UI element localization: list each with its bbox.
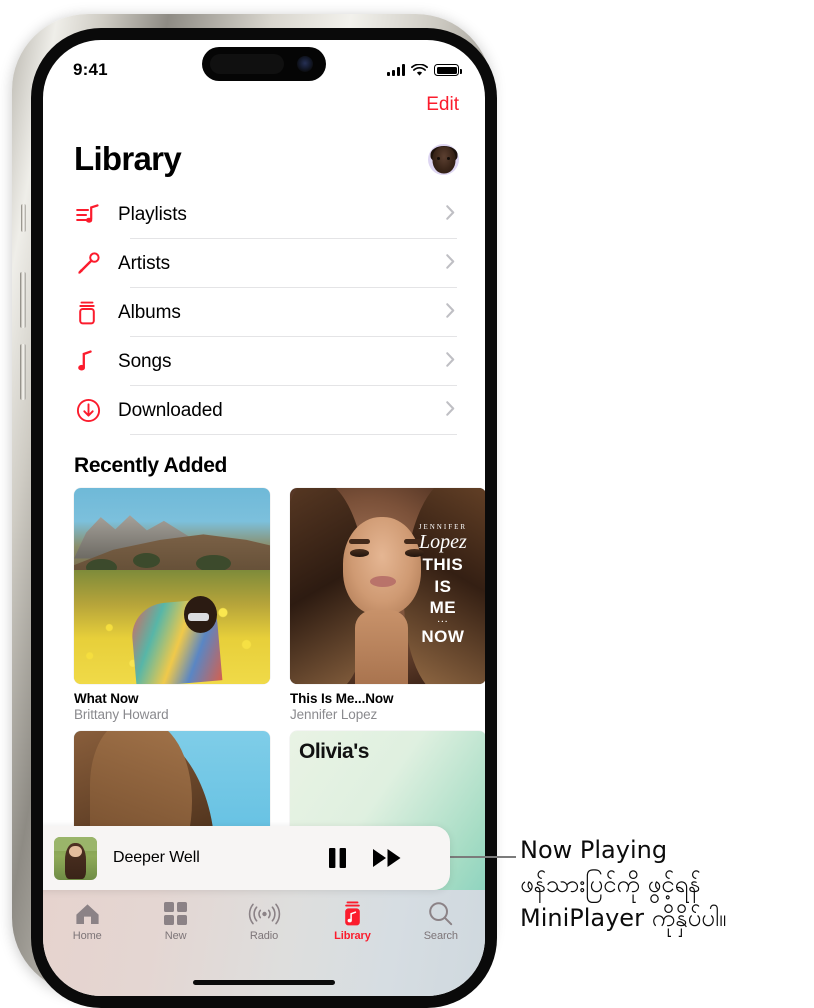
status-bar-indicators xyxy=(387,63,462,77)
fast-forward-icon xyxy=(373,849,401,867)
album-artist: Jennifer Lopez xyxy=(290,707,378,722)
tab-label: Search xyxy=(423,930,458,942)
sidebar-item-artists[interactable]: Artists xyxy=(74,239,485,288)
broadcast-icon xyxy=(248,900,281,927)
artwork-eye-left xyxy=(349,548,370,557)
sidebar-item-label: Downloaded xyxy=(118,399,223,421)
tab-label: Library xyxy=(334,930,371,942)
house-icon xyxy=(74,900,101,927)
playlists-icon xyxy=(76,203,118,226)
tab-label: Home xyxy=(72,930,102,942)
status-bar-clock: 9:41 xyxy=(73,60,108,79)
chevron-right-icon xyxy=(446,400,455,421)
chevron-right-icon xyxy=(446,204,455,225)
search-icon xyxy=(428,900,453,927)
chevron-right-icon xyxy=(446,351,455,372)
artwork-lips xyxy=(370,576,396,587)
callout-annotation: Now Playing ဖန်သားပြင်ကို ဖွင့်ရန် MiniP… xyxy=(520,833,810,935)
artwork-face xyxy=(69,845,82,858)
artwork-artist-firstname: JENNIFER xyxy=(418,523,468,532)
tab-bar: Home New Radio Library Search xyxy=(43,890,485,996)
tab-new[interactable]: New xyxy=(131,900,219,942)
sidebar-item-label: Albums xyxy=(118,301,181,323)
wifi-icon xyxy=(411,63,428,76)
grid-icon xyxy=(163,900,188,927)
mini-player-artwork xyxy=(54,836,97,880)
phone-screen: 9:41 Edit Library Playlists Artists Albu… xyxy=(43,40,485,996)
artwork-sunglasses xyxy=(187,613,210,622)
callout-leader-line xyxy=(448,856,516,858)
sidebar-item-label: Artists xyxy=(118,252,171,274)
avatar-eye-left xyxy=(437,156,440,160)
mini-player[interactable]: Deeper Well xyxy=(43,826,450,890)
pause-icon xyxy=(329,848,346,868)
sidebar-item-albums[interactable]: Albums xyxy=(74,288,485,337)
library-icon xyxy=(341,900,364,927)
artwork-artist-lastname: Lopez xyxy=(418,531,467,554)
mini-player-controls xyxy=(328,847,402,869)
next-track-button[interactable] xyxy=(372,848,402,868)
tab-home[interactable]: Home xyxy=(43,900,131,942)
tab-search[interactable]: Search xyxy=(397,900,485,942)
pause-button[interactable] xyxy=(328,847,347,869)
library-list: Playlists Artists Albums Songs Downloade… xyxy=(74,190,485,435)
mini-player-track-title: Deeper Well xyxy=(113,849,200,866)
album-card-what-now[interactable]: What Now Brittany Howard xyxy=(74,488,270,722)
album-artwork xyxy=(74,488,270,684)
download-circle-icon xyxy=(76,398,118,423)
artwork-text: Olivia's xyxy=(299,740,369,763)
album-title: This Is Me...Now xyxy=(290,691,394,706)
avatar-eye-right xyxy=(447,156,450,160)
artwork-line-2: IS xyxy=(434,576,452,596)
sidebar-item-downloaded[interactable]: Downloaded xyxy=(74,386,485,435)
tab-library[interactable]: Library xyxy=(308,900,396,942)
album-card-this-is-me-now[interactable]: JENNIFER Lopez THIS IS ME ... NOW This I… xyxy=(290,488,485,722)
battery-full-icon xyxy=(434,64,462,76)
silent-switch[interactable] xyxy=(21,204,26,232)
cellular-signal-icon xyxy=(387,64,405,76)
albums-icon xyxy=(76,301,118,325)
chevron-right-icon xyxy=(446,253,455,274)
album-artwork: JENNIFER Lopez THIS IS ME ... NOW xyxy=(290,488,485,684)
sidebar-item-label: Playlists xyxy=(118,203,187,225)
tab-radio[interactable]: Radio xyxy=(220,900,308,942)
microphone-icon xyxy=(76,251,118,276)
volume-down-button[interactable] xyxy=(20,344,26,400)
dynamic-island xyxy=(202,47,326,81)
artwork-neck xyxy=(354,609,408,684)
volume-up-button[interactable] xyxy=(20,272,26,328)
phone-frame: 9:41 Edit Library Playlists Artists Albu… xyxy=(12,14,497,1008)
status-bar: 9:41 xyxy=(43,40,485,92)
nav-bar-actions: Edit xyxy=(426,94,459,116)
tab-label: New xyxy=(164,930,187,942)
artwork-eyebrow-left xyxy=(348,538,371,545)
chevron-right-icon xyxy=(446,302,455,323)
artwork-line-1: THIS xyxy=(422,555,464,575)
callout-line-2: ဖန်သားပြင်ကို ဖွင့်ရန် xyxy=(520,870,701,899)
home-indicator[interactable] xyxy=(193,980,335,985)
avatar-face xyxy=(432,146,455,174)
artwork-line-4: NOW xyxy=(421,626,465,646)
account-avatar[interactable] xyxy=(428,143,459,175)
artwork-title-block: JENNIFER Lopez THIS IS ME ... NOW xyxy=(410,523,477,645)
sidebar-item-label: Songs xyxy=(118,350,172,372)
sidebar-item-songs[interactable]: Songs xyxy=(74,337,485,386)
page-header: Library xyxy=(43,140,485,178)
album-artist: Brittany Howard xyxy=(74,707,169,722)
album-title: What Now xyxy=(74,691,139,706)
edit-button[interactable]: Edit xyxy=(426,94,459,116)
music-note-icon xyxy=(76,350,118,373)
front-camera-icon xyxy=(297,56,313,72)
sidebar-item-playlists[interactable]: Playlists xyxy=(74,190,485,239)
section-title-recently-added: Recently Added xyxy=(74,454,228,477)
artwork-ellipsis: ... xyxy=(437,613,449,626)
list-separator xyxy=(130,434,457,435)
screenshot-root: 9:41 Edit Library Playlists Artists Albu… xyxy=(0,0,814,1008)
page-title: Library xyxy=(74,140,182,177)
callout-line-3: MiniPlayer ကိုနှိပ်ပါ။ xyxy=(520,904,727,933)
callout-line-1: Now Playing xyxy=(520,836,668,864)
tab-label: Radio xyxy=(249,930,279,942)
